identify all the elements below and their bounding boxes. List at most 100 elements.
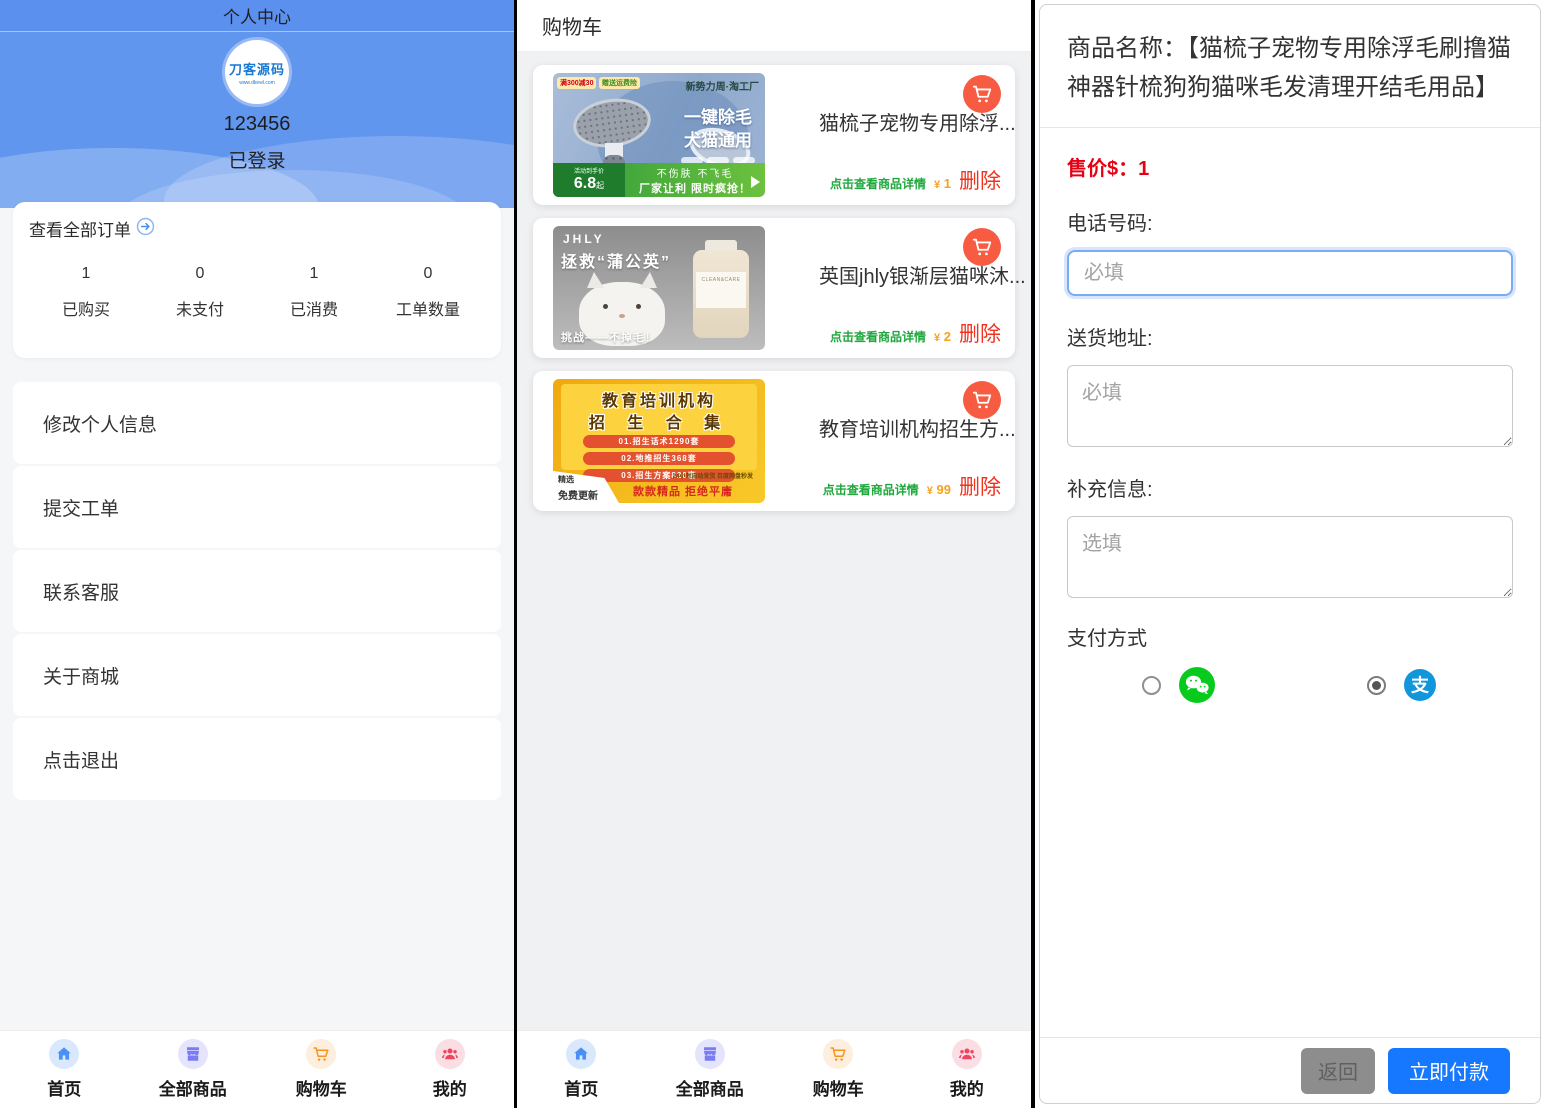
menu-item-edit-profile[interactable]: 修改个人信息 (13, 382, 501, 464)
pay-now-button[interactable]: 立即付款 (1388, 1048, 1510, 1094)
alipay-radio[interactable] (1367, 676, 1386, 695)
tab-home[interactable]: 首页 (517, 1031, 646, 1108)
tab-label: 首页 (47, 1075, 81, 1100)
tab-all-products[interactable]: 全部商品 (646, 1031, 775, 1108)
promo-line1: 不伤肤 不飞毛 (625, 165, 765, 180)
cart-icon (306, 1039, 336, 1069)
product-image-cat-shampoo[interactable]: JHLY 拯救“蒲公英” CLEAN&CARE 挑战——不掉毛！ (553, 226, 765, 350)
users-icon (435, 1039, 465, 1069)
personal-center-header: 个人中心 (0, 0, 514, 32)
cart-badge-icon[interactable] (963, 228, 1001, 266)
tab-home[interactable]: 首页 (0, 1031, 129, 1108)
view-all-orders-link[interactable]: 查看全部订单 (29, 216, 485, 241)
stat-value: 0 (143, 265, 257, 283)
cart-item[interactable]: 教育培训机构 招 生 合 集 01.招生话术1290套 02.地推招生368套 … (533, 371, 1015, 511)
extra-info-input[interactable] (1067, 516, 1513, 598)
view-detail-link[interactable]: 点击查看商品详情 (823, 481, 919, 498)
cart-screen: 购物车 满300减30 赠送运费险 新势力周·淘工厂 一键除毛 犬猫通用 (517, 0, 1031, 1108)
cart-badge-icon[interactable] (963, 75, 1001, 113)
currency-symbol: ¥ (934, 179, 940, 191)
image-corner-text: 新势力周·淘工厂 (686, 78, 759, 93)
tab-label: 我的 (950, 1075, 984, 1100)
brand-text: JHLY (563, 232, 605, 246)
image-note: 24小时自动发货 百度网盘秒发 (673, 471, 753, 480)
menu-item-about-mall[interactable]: 关于商城 (13, 634, 501, 716)
stat-unpaid[interactable]: 0 未支付 (143, 265, 257, 320)
cart-item[interactable]: JHLY 拯救“蒲公英” CLEAN&CARE 挑战——不掉毛！ (533, 218, 1015, 358)
orders-stats-card: 查看全部订单 1 已购买 0 未支付 1 已消费 (13, 202, 501, 358)
product-image-education[interactable]: 教育培训机构 招 生 合 集 01.招生话术1290套 02.地推招生368套 … (553, 379, 765, 503)
delete-button[interactable]: 删除 (959, 318, 1001, 348)
cart-item-footer: 点击查看商品详情 ¥ 99 删除 (823, 471, 1001, 501)
view-detail-link[interactable]: 点击查看商品详情 (830, 328, 926, 345)
divider (1040, 127, 1540, 128)
tab-all-products[interactable]: 全部商品 (129, 1031, 258, 1108)
stat-tickets[interactable]: 0 工单数量 (371, 265, 485, 320)
price-value: 1 (944, 176, 951, 191)
personal-center-screen: 个人中心 刀客源码 www.dkewl.com 123456 已登录 查看全部订… (0, 0, 514, 1108)
delete-button[interactable]: 删除 (959, 165, 1001, 195)
product-image-pet-brush[interactable]: 满300减30 赠送运费险 新势力周·淘工厂 一键除毛 犬猫通用 (553, 73, 765, 197)
payment-option-alipay[interactable]: 支 (1290, 667, 1513, 703)
extra-info-label: 补充信息: (1067, 473, 1513, 502)
promo-strip: 活动到手价 6.8起 不伤肤 不飞毛 厂家让利 限时疯抢！ (553, 163, 765, 197)
cart-list: 满300减30 赠送运费险 新势力周·淘工厂 一键除毛 犬猫通用 (517, 52, 1031, 1030)
wechat-radio[interactable] (1142, 676, 1161, 695)
stat-label: 已购买 (29, 296, 143, 320)
tab-mine[interactable]: 我的 (386, 1031, 515, 1108)
avatar[interactable]: 刀客源码 www.dkewl.com (225, 40, 289, 104)
address-label: 送货地址: (1067, 322, 1513, 351)
home-icon (566, 1039, 596, 1069)
image-title-line2: 招 生 合 集 (553, 409, 765, 433)
image-headline-line2: 犬猫通用 (681, 130, 755, 153)
page-title: 个人中心 (223, 3, 291, 28)
delete-button[interactable]: 删除 (959, 471, 1001, 501)
tab-label: 购物车 (296, 1075, 347, 1100)
tab-cart[interactable]: 购物车 (774, 1031, 903, 1108)
bottom-nav: 首页 全部商品 购物车 我的 (517, 1030, 1031, 1108)
phone-input[interactable] (1067, 250, 1513, 296)
stat-consumed[interactable]: 1 已消费 (257, 265, 371, 320)
stat-value: 1 (257, 265, 371, 283)
bottle-label: CLEAN&CARE (696, 272, 746, 308)
tab-cart[interactable]: 购物车 (257, 1031, 386, 1108)
stat-label: 已消费 (257, 296, 371, 320)
personal-center-body: 查看全部订单 1 已购买 0 未支付 1 已消费 (0, 208, 514, 1030)
stat-label: 工单数量 (371, 296, 485, 320)
currency-symbol: ¥ (934, 332, 940, 344)
arrow-right-icon[interactable] (136, 217, 155, 241)
address-input[interactable] (1067, 365, 1513, 447)
alipay-icon: 支 (1404, 669, 1436, 701)
product-name: 商品名称：【猫梳子宠物专用除浮毛刷撸猫神器针梳狗狗猫咪毛发清理开结毛用品】 (1067, 29, 1513, 107)
menu-item-logout[interactable]: 点击退出 (13, 718, 501, 800)
logo-subtext: www.dkewl.com (239, 80, 275, 86)
cart-item-footer: 点击查看商品详情 ¥ 2 删除 (830, 318, 1001, 348)
play-arrow-icon (751, 176, 760, 188)
payment-option-wechat[interactable] (1067, 667, 1290, 703)
stat-purchased[interactable]: 1 已购买 (29, 265, 143, 320)
profile-menu: 修改个人信息 提交工单 联系客服 关于商城 点击退出 (0, 382, 514, 800)
view-detail-link[interactable]: 点击查看商品详情 (830, 175, 926, 192)
store-icon (695, 1039, 725, 1069)
menu-item-submit-ticket[interactable]: 提交工单 (13, 466, 501, 548)
menu-item-contact-support[interactable]: 联系客服 (13, 550, 501, 632)
cart-header: 购物车 (517, 0, 1031, 52)
promo-badge: 满300减30 (557, 77, 596, 89)
cart-item[interactable]: 满300减30 赠送运费险 新势力周·淘工厂 一键除毛 犬猫通用 (533, 65, 1015, 205)
cart-item-price: ¥ 99 (927, 482, 951, 497)
username: 123456 (0, 113, 514, 136)
promo-price: 活动到手价 6.8起 (553, 163, 625, 197)
stat-value: 0 (371, 265, 485, 283)
cart-badge-icon[interactable] (963, 381, 1001, 419)
back-button[interactable]: 返回 (1301, 1048, 1375, 1094)
image-caption: 挑战——不掉毛！ (561, 329, 657, 345)
payment-options: 支 (1067, 667, 1513, 703)
store-icon (178, 1039, 208, 1069)
cart-item-title[interactable]: 英国jhly银渐层猫咪沐... (819, 260, 1026, 289)
tab-mine[interactable]: 我的 (903, 1031, 1032, 1108)
image-slogan: 款款精品 拒绝平庸 (633, 483, 761, 499)
view-all-orders-label: 查看全部订单 (29, 216, 131, 241)
order-form-footer: 返回 立即付款 (1040, 1037, 1540, 1103)
stat-value: 1 (29, 265, 143, 283)
promo-price-note: 活动到手价 (553, 166, 625, 175)
